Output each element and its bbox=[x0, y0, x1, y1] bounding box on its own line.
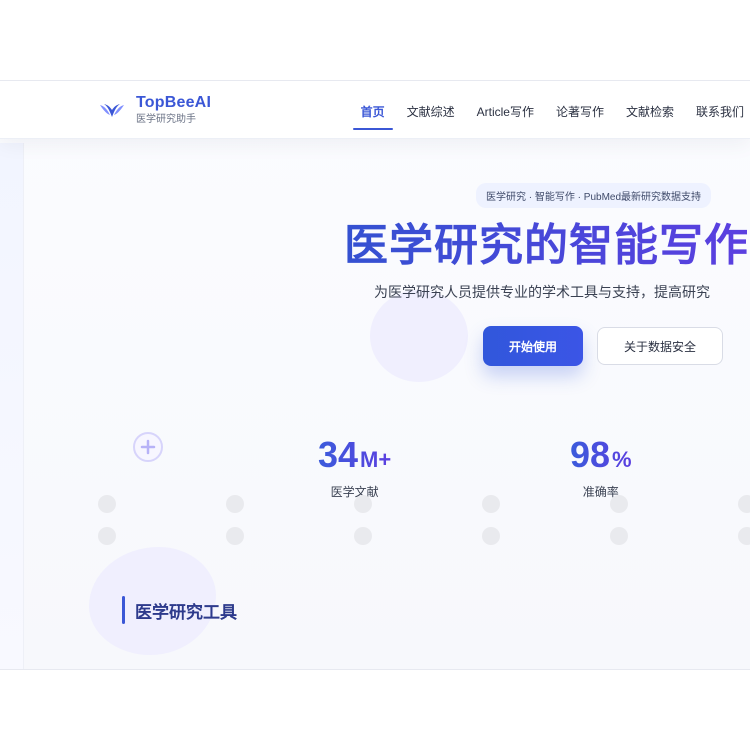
stat-literature: 34M+ 医学文献 bbox=[318, 437, 391, 500]
nav-literature-search[interactable]: 文献检索 bbox=[626, 103, 674, 120]
section-accent-bar bbox=[122, 596, 125, 624]
wing-logo-icon bbox=[98, 98, 126, 122]
nav-article-writing[interactable]: Article写作 bbox=[477, 103, 534, 120]
dot bbox=[226, 495, 244, 513]
dot bbox=[610, 527, 628, 545]
dot bbox=[482, 527, 500, 545]
stat-number: 98 bbox=[570, 434, 611, 475]
data-security-button[interactable]: 关于数据安全 bbox=[597, 327, 723, 365]
dot bbox=[738, 527, 750, 545]
section-title: 医学研究工具 bbox=[122, 596, 237, 624]
decorative-blob bbox=[370, 290, 468, 382]
brand[interactable]: TopBeeAI 医学研究助手 bbox=[98, 95, 211, 125]
stat-accuracy: 98% 准确率 bbox=[570, 437, 632, 500]
app-frame: TopBeeAI 医学研究助手 首页 文献综述 Article写作 论著写作 文… bbox=[0, 80, 750, 670]
start-button[interactable]: 开始使用 bbox=[483, 326, 583, 366]
brand-text: TopBeeAI 医学研究助手 bbox=[136, 95, 211, 125]
dot bbox=[482, 495, 500, 513]
stat-value: 34M+ bbox=[318, 437, 391, 473]
dot bbox=[354, 495, 372, 513]
dot bbox=[98, 495, 116, 513]
dot bbox=[354, 527, 372, 545]
hero-badge: 医学研究 · 智能写作 · PubMed最新研究数据支持 bbox=[476, 183, 712, 208]
main-nav: 首页 文献综述 Article写作 论著写作 文献检索 联系我们 bbox=[352, 103, 744, 130]
stat-suffix: M+ bbox=[360, 447, 392, 472]
brand-name: TopBeeAI bbox=[136, 94, 212, 111]
stat-number: 34 bbox=[318, 434, 359, 475]
top-navigation: TopBeeAI 医学研究助手 首页 文献综述 Article写作 论著写作 文… bbox=[0, 81, 750, 139]
section-title-text: 医学研究工具 bbox=[135, 602, 237, 622]
left-rail bbox=[0, 143, 24, 669]
nav-contact[interactable]: 联系我们 bbox=[696, 103, 744, 120]
dot bbox=[610, 495, 628, 513]
brand-subtitle: 医学研究助手 bbox=[136, 114, 196, 125]
nav-thesis-writing[interactable]: 论著写作 bbox=[556, 103, 604, 120]
nav-literature-review[interactable]: 文献综述 bbox=[407, 103, 455, 120]
hero-title: 医学研究的智能写作 bbox=[344, 209, 749, 273]
dot bbox=[738, 495, 750, 513]
decorative-dots bbox=[98, 495, 750, 565]
hero-subtitle: 为医学研究人员提供专业的学术工具与支持，提高研究 bbox=[374, 284, 710, 300]
nav-home[interactable]: 首页 bbox=[352, 103, 393, 130]
dot bbox=[98, 527, 116, 545]
stat-value: 98% bbox=[570, 437, 632, 473]
dot bbox=[226, 527, 244, 545]
stat-suffix: % bbox=[612, 447, 632, 472]
plus-circle-icon bbox=[133, 432, 163, 462]
